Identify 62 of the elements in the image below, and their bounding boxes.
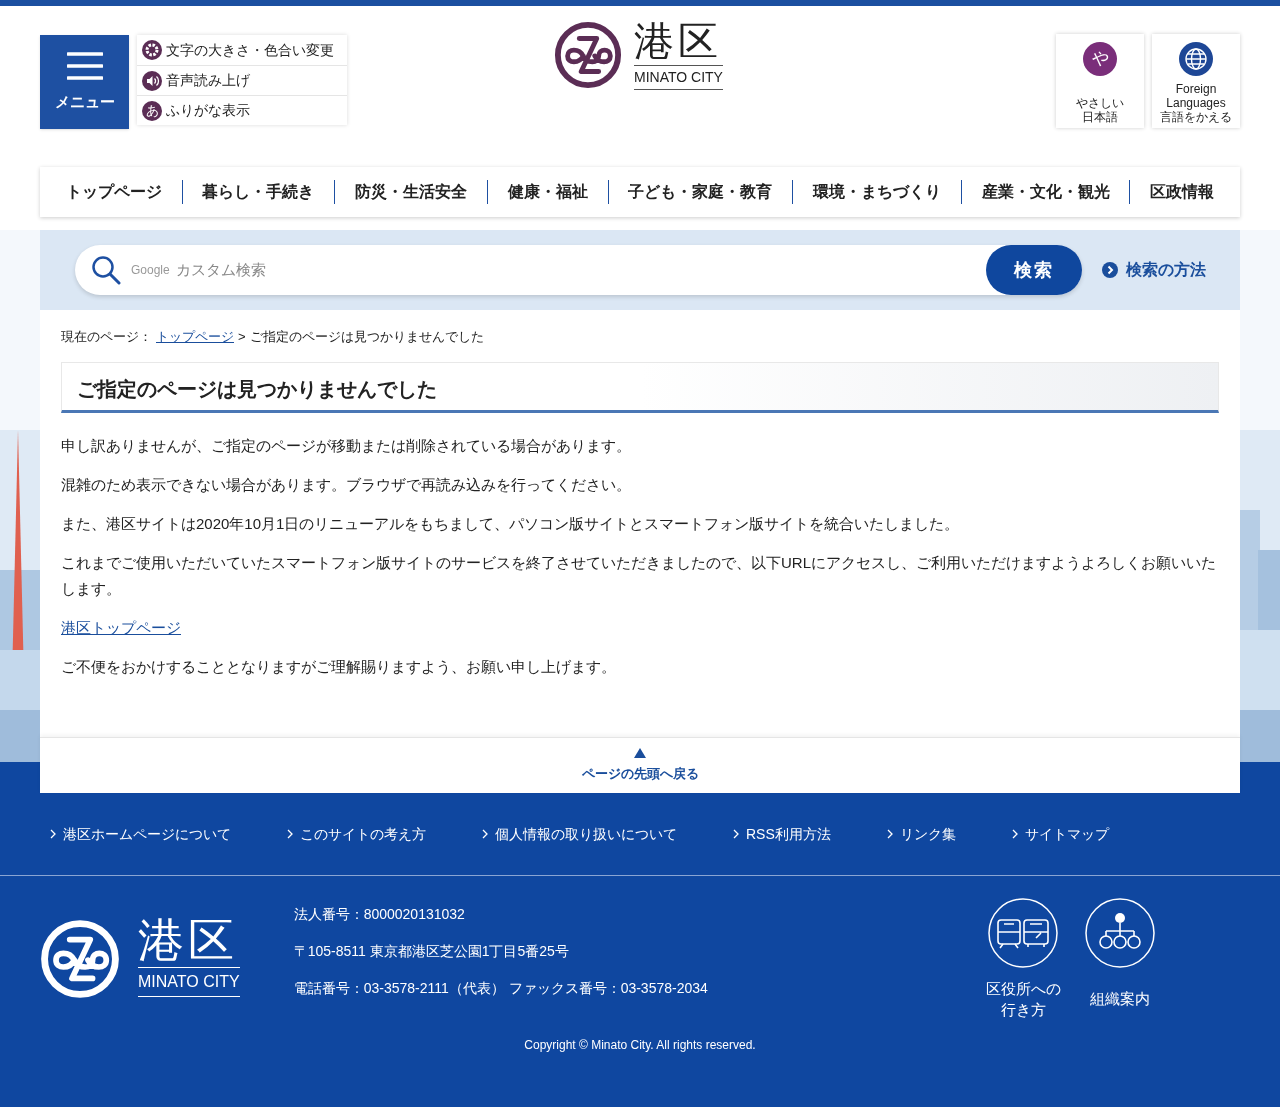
nav-link[interactable]: 健康・福祉 <box>487 180 608 204</box>
logo-icon <box>554 20 622 89</box>
footer-link[interactable]: サイトマップ <box>1011 823 1109 845</box>
footer-link[interactable]: RSS利用方法 <box>733 823 831 845</box>
breadcrumb-current: ご指定のページは見つかりませんでした <box>249 328 484 347</box>
chevron-icon <box>50 829 57 839</box>
message-paragraph: これまでご使用いただいていたスマートフォン版サイトのサービスを終了させていただきましたので、以下URLにアクセスし、ご利用いただけますようよろしくお願いいたします。 <box>61 553 1217 599</box>
train-and-bus-icon <box>988 898 1058 968</box>
message-paragraph: 申し訳ありませんが、ご指定のページが移動または削除されている場合があります。 <box>61 436 632 456</box>
menu-icon <box>66 50 103 81</box>
nav-link[interactable]: 防災・生活安全 <box>335 180 487 204</box>
top-page-link[interactable]: 港区トップページ <box>61 619 181 636</box>
nav-link[interactable]: 暮らし・手続き <box>182 180 335 204</box>
language-button[interactable]: Foreign Languages 言語をかえる <box>1152 34 1240 128</box>
back-to-top-link[interactable]: ページの先頭へ戻る <box>40 737 1240 793</box>
footer-info-text: 法人番号：8000020131032 <box>293 905 466 924</box>
chevron-icon <box>733 829 740 839</box>
footer-icon-link[interactable]: 組織案内 <box>1085 898 1155 1066</box>
tool-link[interactable]: あ ふりがな表示 <box>137 95 347 125</box>
breadcrumb-label: 現在のページ： <box>61 328 152 347</box>
footer-link[interactable]: リンク集 <box>886 823 956 845</box>
site-logo[interactable]: 港区 MINATO CITY <box>554 19 723 90</box>
footer-link[interactable]: このサイトの考え方 <box>287 823 426 845</box>
message-paragraph: 混雑のため表示できない場合があります。ブラウザで再読み込みを行ってください。 <box>61 475 632 495</box>
chevron-icon <box>287 829 294 839</box>
globe-icon <box>1179 42 1213 76</box>
message-paragraph: ご不便をおかけすることとなりますがご理解賜りますよう、お願い申し上げます。 <box>61 657 617 677</box>
chevron-icon <box>482 829 489 839</box>
furigana-icon: あ <box>142 100 162 121</box>
footer-info-text: 〒105-8511 東京都港区芝公園1丁目5番25号 <box>293 942 570 961</box>
search-icon <box>91 255 121 285</box>
breadcrumb-link[interactable]: トップページ <box>156 327 234 347</box>
chevron-icon <box>1011 829 1019 839</box>
nav-link[interactable]: 区政情報 <box>1130 180 1234 204</box>
chevron-icon <box>886 829 894 839</box>
breadcrumb-separator: > <box>238 328 246 347</box>
menu-button[interactable]: メニュー <box>40 35 129 129</box>
search-help-link[interactable]: 検索の方法 <box>1102 258 1206 282</box>
page-heading: ご指定のページは見つかりませんでした <box>61 362 1219 413</box>
copyright-text: Copyright © Minato City. All rights reserved. <box>523 1037 757 1054</box>
gear-icon <box>142 40 162 60</box>
footer-link[interactable]: 港区ホームページについて <box>50 823 231 845</box>
nav-link[interactable]: 子ども・家庭・教育 <box>608 180 793 204</box>
tool-link[interactable]: 文字の大きさ・色合い変更 <box>137 35 347 65</box>
easy-japanese-icon: や <box>1083 42 1117 76</box>
google-label: Google <box>131 262 170 279</box>
search-field[interactable]: Google カスタム検索 検索 <box>75 245 1082 295</box>
logo-icon <box>40 919 120 999</box>
organization-chart-icon <box>1085 898 1155 968</box>
up-triangle-icon <box>634 747 646 758</box>
nav-link[interactable]: 環境・まちづくり <box>793 180 961 204</box>
language-button[interactable]: や やさしい 日本語 <box>1056 34 1144 128</box>
footer-link[interactable]: 個人情報の取り扱いについて <box>482 823 677 845</box>
tool-link[interactable]: 音声読み上げ <box>137 65 347 95</box>
footer-logo[interactable]: 港区 MINATO CITY <box>40 919 240 1001</box>
footer-info-text: 電話番号：03-3578-2111（代表） ファックス番号：03-3578-2034 <box>293 979 708 998</box>
speaker-icon <box>142 70 162 91</box>
message-paragraph: また、港区サイトは2020年10月1日のリニューアルをもちまして、パソコン版サイトとスマートフォン版サイトを統合いたしました。 <box>61 514 961 534</box>
nav-link[interactable]: トップページ <box>46 180 182 204</box>
search-button[interactable]: 検索 <box>986 245 1082 295</box>
nav-link[interactable]: 産業・文化・観光 <box>961 180 1130 204</box>
chevron-circle-icon <box>1102 262 1118 278</box>
